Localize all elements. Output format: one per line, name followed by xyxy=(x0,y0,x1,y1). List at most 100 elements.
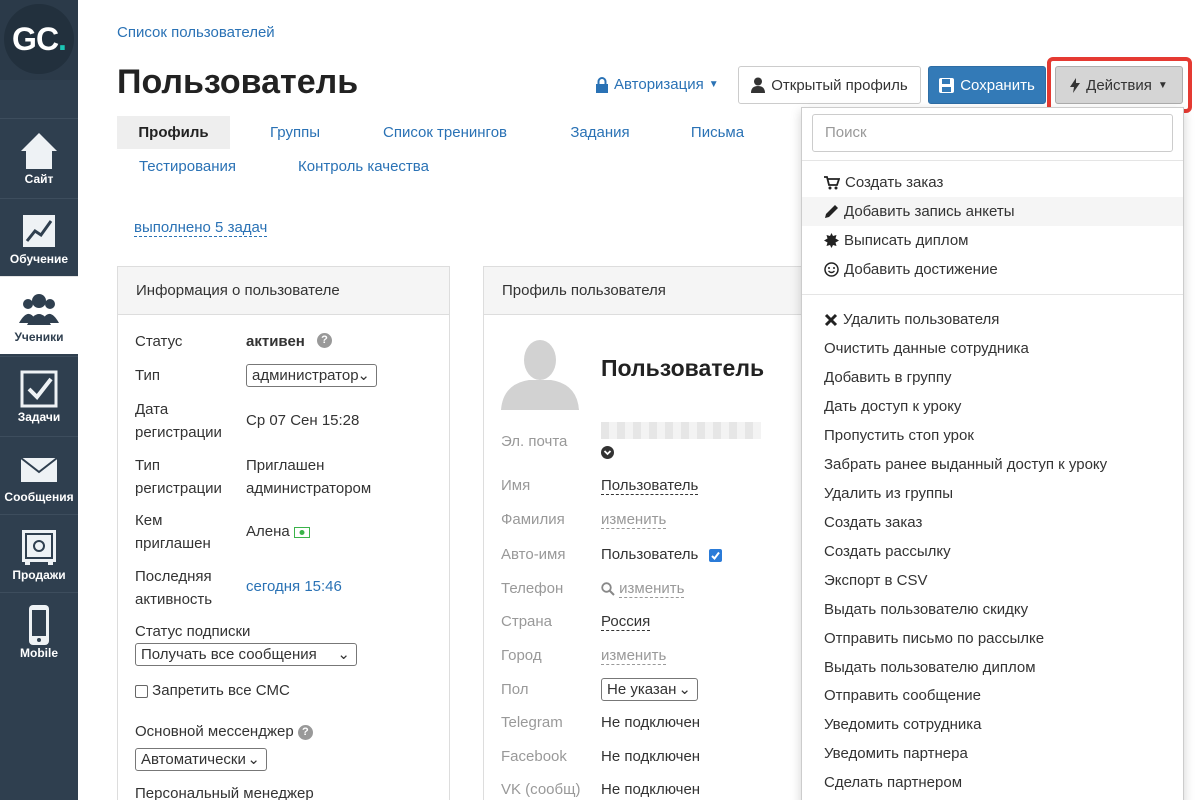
invited-by-value[interactable]: Алена xyxy=(246,520,310,543)
menu-item-revoke-lesson-access[interactable]: Забрать ранее выданный доступ к уроку xyxy=(824,450,1107,479)
safe-icon xyxy=(22,530,56,565)
vk-label: VK (сообщ) xyxy=(501,781,581,798)
auto-name-value: Пользователь xyxy=(601,546,699,563)
sidebar-item-tasks[interactable]: Задачи xyxy=(0,356,78,434)
sidebar-item-label: Ученики xyxy=(14,330,64,344)
chevron-down-icon: ⌄ xyxy=(678,681,691,698)
menu-item-label: Выписать диплом xyxy=(844,232,969,249)
open-profile-button[interactable]: Открытый профиль xyxy=(738,66,921,104)
chevron-down-icon: ⌄ xyxy=(337,646,350,663)
menu-item-clear-employee-data[interactable]: Очистить данные сотрудника xyxy=(824,334,1029,363)
menu-item-notify-partner[interactable]: Уведомить партнера xyxy=(824,739,968,768)
avatar-placeholder-icon[interactable] xyxy=(501,332,579,410)
menu-item-give-discount[interactable]: Выдать пользователю скидку xyxy=(824,595,1028,624)
auto-name-label: Авто-имя xyxy=(501,546,566,563)
house-icon xyxy=(21,133,57,169)
sidebar: GC. Сайт Обучение Ученики Задачи Сообщен… xyxy=(0,0,78,800)
x-icon xyxy=(824,313,838,326)
sidebar-item-sales[interactable]: Продажи xyxy=(0,514,78,592)
menu-item-make-partner[interactable]: Сделать партнером xyxy=(824,768,962,797)
last-activity-label: Последняя xyxy=(135,568,212,585)
user-icon xyxy=(751,77,766,93)
first-name-value[interactable]: Пользователь xyxy=(601,477,699,495)
forbid-sms-checkbox[interactable] xyxy=(135,684,148,698)
tab-profile[interactable]: Профиль xyxy=(117,116,230,149)
menu-item-add-form-entry[interactable]: Добавить запись анкеты xyxy=(824,197,1015,226)
subscription-status-select[interactable]: Получать все сообщения ⌄ xyxy=(135,643,357,666)
menu-item-give-diploma[interactable]: Выдать пользователю диплом xyxy=(824,653,1036,682)
dropdown-search-input[interactable]: Поиск xyxy=(812,114,1173,152)
subscription-status-label: Статус подписки xyxy=(135,623,251,640)
menu-item-add-achievement[interactable]: Добавить достижение xyxy=(824,255,998,284)
logo-mark: GC. xyxy=(4,4,74,74)
personal-manager-label: Персональный менеджер xyxy=(135,785,314,800)
last-activity-value[interactable]: сегодня 15:46 xyxy=(246,575,342,598)
gender-select[interactable]: Не указан ⌄ xyxy=(601,678,698,701)
chevron-circle-down-icon[interactable] xyxy=(601,446,614,459)
menu-item-issue-diploma[interactable]: Выписать диплом xyxy=(824,226,968,255)
tab-trainings[interactable]: Список тренингов xyxy=(365,116,525,149)
reg-type-label-2: регистрации xyxy=(135,480,222,497)
phone-edit-link[interactable]: изменить xyxy=(619,580,685,598)
smile-icon xyxy=(824,262,839,277)
forbid-sms-row[interactable]: Запретить все СМС xyxy=(135,679,290,702)
help-icon[interactable]: ? xyxy=(317,333,332,348)
last-name-edit-link[interactable]: изменить xyxy=(601,511,667,529)
menu-item-export-csv[interactable]: Экспорт в CSV xyxy=(824,566,928,595)
checkbox-icon xyxy=(20,370,58,408)
users-icon xyxy=(19,294,59,325)
sidebar-item-mobile[interactable]: Mobile xyxy=(0,592,78,670)
tab-assignments[interactable]: Задания xyxy=(555,116,645,149)
auto-name-checkbox[interactable] xyxy=(708,548,722,562)
country-label: Страна xyxy=(501,613,553,630)
messenger-select[interactable]: Автоматически ⌄ xyxy=(135,748,267,771)
sidebar-item-learning[interactable]: Обучение xyxy=(0,198,78,276)
menu-item-grant-lesson-access[interactable]: Дать доступ к уроку xyxy=(824,392,961,421)
cart-icon xyxy=(824,175,840,189)
menu-item-create-mailing[interactable]: Создать рассылку xyxy=(824,537,951,566)
tab-quality-control[interactable]: Контроль качества xyxy=(285,150,442,183)
save-button[interactable]: Сохранить xyxy=(928,66,1046,104)
menu-item-skip-stop-lesson[interactable]: Пропустить стоп урок xyxy=(824,421,974,450)
country-value[interactable]: Россия xyxy=(601,613,651,631)
last-activity-label-2: активность xyxy=(135,591,213,608)
sidebar-item-label: Сайт xyxy=(24,172,54,186)
save-label: Сохранить xyxy=(960,76,1035,94)
type-select[interactable]: администратор ⌄ xyxy=(246,364,377,387)
menu-item-remove-from-group[interactable]: Удалить из группы xyxy=(824,479,953,508)
telegram-label: Telegram xyxy=(501,714,563,731)
chevron-down-icon: ⌄ xyxy=(357,367,370,384)
menu-item-label: Создать заказ xyxy=(845,174,944,191)
menu-item-label: Добавить достижение xyxy=(844,261,998,278)
dropdown-divider xyxy=(802,294,1183,295)
sidebar-item-messages[interactable]: Сообщения xyxy=(0,436,78,514)
reg-date-label: Дата xyxy=(135,401,169,418)
logo[interactable]: GC. xyxy=(0,0,78,80)
menu-item-create-order[interactable]: Создать заказ xyxy=(824,168,943,197)
type-label: Тип xyxy=(135,367,161,384)
phone-label: Телефон xyxy=(501,580,564,597)
authorization-link[interactable]: Авторизация ▼ xyxy=(595,76,719,93)
menu-item-notify-employee[interactable]: Уведомить сотрудника xyxy=(824,710,982,739)
sidebar-item-label: Сообщения xyxy=(4,490,74,504)
menu-item-send-mailing-letter[interactable]: Отправить письмо по рассылке xyxy=(824,624,1044,653)
sidebar-item-site[interactable]: Сайт xyxy=(0,118,78,196)
tab-testing[interactable]: Тестирования xyxy=(125,150,250,183)
phone-icon xyxy=(29,605,49,645)
breadcrumb[interactable]: Список пользователей xyxy=(117,24,275,41)
city-edit-link[interactable]: изменить xyxy=(601,647,667,665)
gender-value: Не указан xyxy=(607,681,677,698)
menu-item-create-order-2[interactable]: Создать заказ xyxy=(824,508,922,537)
sidebar-item-label: Продажи xyxy=(12,568,66,582)
tab-groups[interactable]: Группы xyxy=(250,116,340,149)
tab-letters[interactable]: Письма xyxy=(675,116,760,149)
menu-item-delete-user[interactable]: Удалить пользователя xyxy=(824,305,999,334)
caret-down-icon: ▼ xyxy=(708,79,719,90)
help-icon[interactable]: ? xyxy=(297,724,313,740)
menu-item-add-to-group[interactable]: Добавить в группу xyxy=(824,363,952,392)
floppy-icon xyxy=(939,77,955,93)
menu-item-send-message[interactable]: Отправить сообщение xyxy=(824,681,981,710)
dropdown-divider xyxy=(802,160,1183,161)
completed-tasks-link[interactable]: выполнено 5 задач xyxy=(134,219,268,237)
sidebar-item-students[interactable]: Ученики xyxy=(0,276,78,354)
